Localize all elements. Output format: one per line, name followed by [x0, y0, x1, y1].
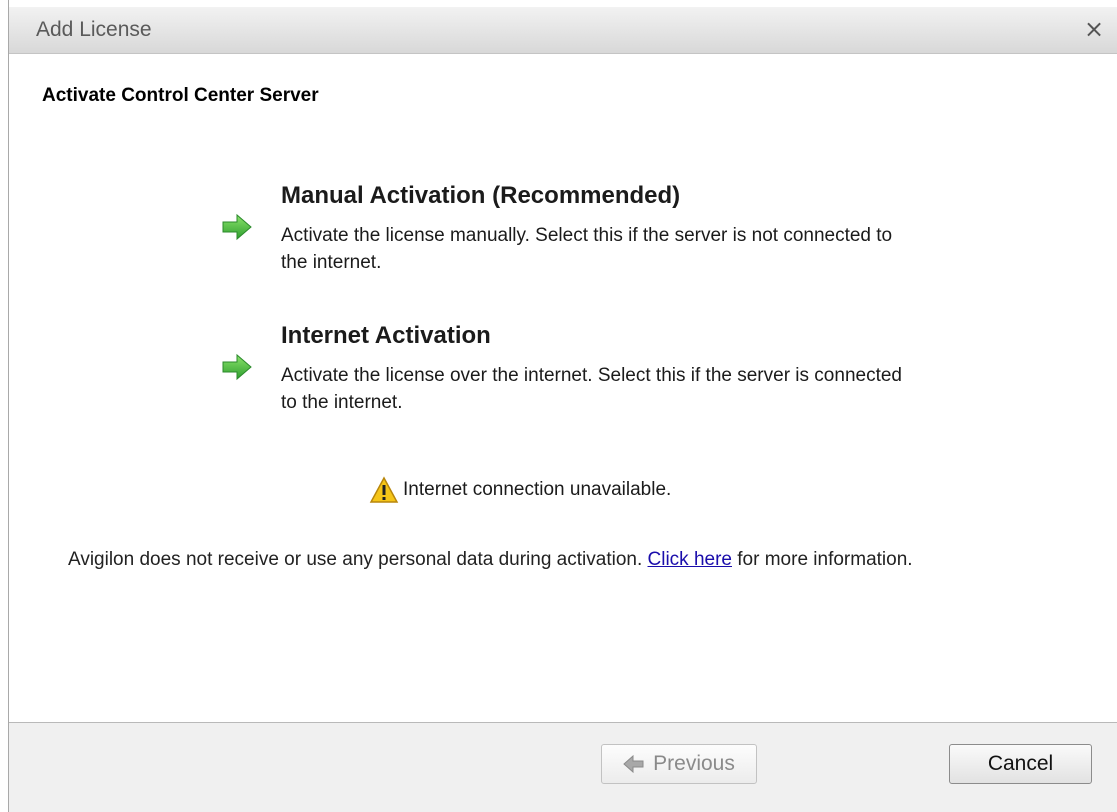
dialog-content: Activate Control Center Server Manual Ac… [9, 54, 1117, 722]
page-title: Activate Control Center Server [42, 85, 319, 106]
warning-icon [369, 476, 399, 503]
manual-activation-option[interactable]: Manual Activation (Recommended) Activate… [217, 182, 917, 292]
manual-activation-title: Manual Activation (Recommended) [281, 182, 681, 209]
previous-label: Previous [653, 752, 735, 775]
manual-activation-description: Activate the license manually. Select th… [281, 225, 893, 273]
warning-text: Internet connection unavailable. [403, 479, 672, 500]
internet-activation-title: Internet Activation [281, 322, 491, 349]
more-info-link[interactable]: Click here [648, 549, 732, 570]
dialog-title: Add License [36, 18, 152, 41]
add-license-dialog: Add License × Activate Control Center Se… [8, 0, 1117, 812]
privacy-text-after: for more information. [732, 549, 913, 570]
connection-warning: Internet connection unavailable. [369, 474, 671, 506]
close-icon[interactable]: × [1082, 15, 1106, 43]
dialog-footer: Previous Cancel [9, 722, 1117, 812]
previous-button[interactable]: Previous [601, 744, 757, 784]
cancel-button[interactable]: Cancel [949, 744, 1092, 784]
internet-activation-description: Activate the license over the internet. … [281, 365, 902, 413]
privacy-text-before: Avigilon does not receive or use any per… [68, 549, 648, 570]
internet-activation-option[interactable]: Internet Activation Activate the license… [217, 322, 917, 432]
back-arrow-icon [623, 755, 644, 773]
title-bar: Add License × [9, 7, 1117, 54]
green-arrow-right-icon [222, 353, 252, 381]
green-arrow-right-icon [222, 213, 252, 241]
privacy-notice: Avigilon does not receive or use any per… [68, 545, 1068, 575]
